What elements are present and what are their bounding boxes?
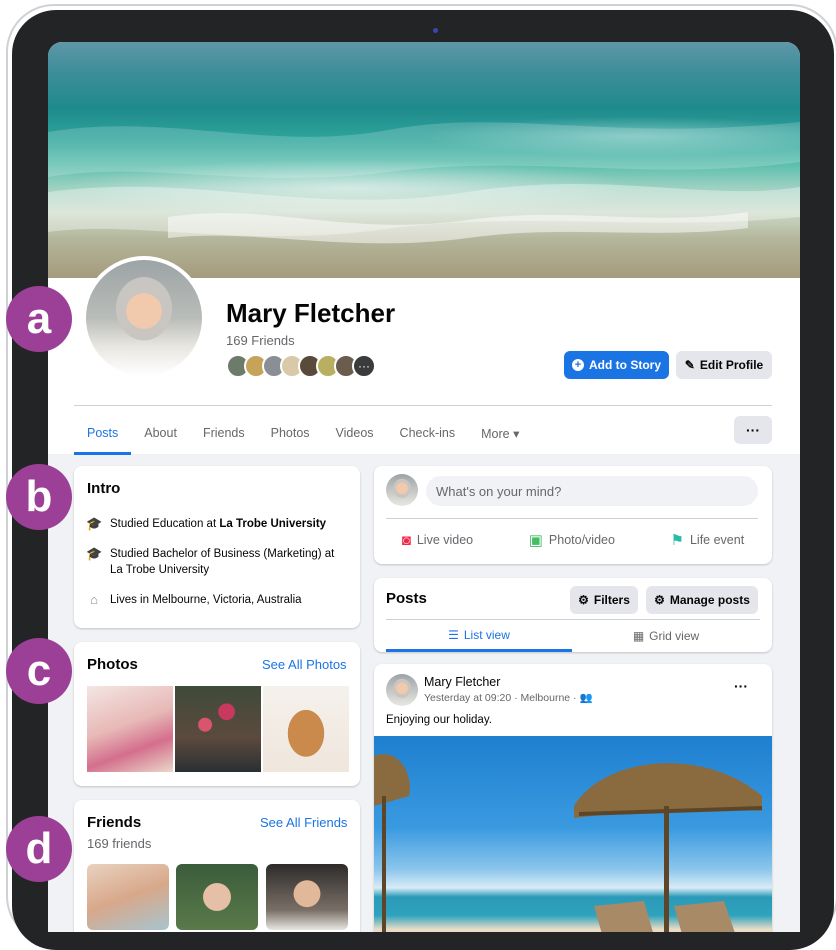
friend-photo[interactable] — [176, 864, 258, 930]
gear-icon: ⚙ — [654, 593, 665, 607]
facebook-profile-screen: Mary Fletcher 169 Friends ··· + Add to S… — [48, 42, 800, 932]
graduation-cap-icon: 🎓 — [86, 516, 103, 531]
composer-card: What's on your mind? ◙ Live video ▣ Phot… — [374, 466, 772, 564]
photos-card: Photos See All Photos — [74, 642, 360, 786]
grid-icon: ▦ — [632, 629, 645, 643]
tab-check-ins[interactable]: Check-ins — [387, 414, 469, 455]
intro-item-text: Studied Education at La Trobe University — [110, 518, 327, 530]
friend-avatar-stack[interactable]: ··· — [226, 354, 376, 378]
friends-count[interactable]: 169 Friends — [226, 333, 295, 348]
posts-title: Posts — [386, 590, 427, 607]
intro-item-education: 🎓 Studied Education at La Trobe Universi… — [86, 516, 326, 532]
beach-umbrellas — [374, 754, 763, 932]
photo-video-button[interactable]: ▣ Photo/video — [529, 524, 615, 556]
live-video-button[interactable]: ◙ Live video — [402, 524, 473, 556]
filters-label: Filters — [593, 593, 630, 607]
list-icon: ☰ — [448, 627, 459, 642]
graduation-cap-icon: 🎓 — [86, 546, 103, 561]
friend-photo[interactable] — [266, 864, 348, 930]
manage-posts-button[interactable]: ⚙ Manage posts — [646, 586, 758, 614]
header-divider — [74, 405, 772, 406]
tab-more[interactable]: More ▾ — [468, 414, 532, 455]
status-input[interactable]: What's on your mind? — [426, 476, 758, 506]
label-a: a — [6, 286, 72, 352]
post-card: Mary Fletcher Yesterday at 09:20 · Melbo… — [374, 664, 772, 932]
plus-icon: + — [572, 359, 584, 371]
photo-video-label: Photo/video — [548, 533, 615, 547]
photo-dog[interactable] — [263, 686, 349, 772]
composer-avatar[interactable] — [386, 474, 418, 506]
list-view-tab[interactable]: ☰ List view — [386, 620, 572, 652]
filters-icon: ⚙ — [578, 593, 589, 607]
photo-roses[interactable] — [175, 686, 261, 772]
tab-posts[interactable]: Posts — [74, 414, 132, 455]
intro-item-lives: ⌂ Lives in Melbourne, Victoria, Australi… — [86, 592, 302, 608]
live-video-label: Live video — [416, 533, 474, 547]
list-view-label: List view — [463, 627, 510, 642]
friends-count-label: 169 friends — [87, 836, 152, 851]
intro-card: Intro 🎓 Studied Education at La Trobe Un… — [74, 466, 360, 628]
post-author-name[interactable]: Mary Fletcher — [424, 675, 500, 689]
tab-overflow-button[interactable]: ··· — [734, 416, 772, 444]
profile-photo — [86, 260, 202, 376]
add-to-story-button[interactable]: + Add to Story — [564, 351, 669, 379]
photos-title: Photos — [87, 656, 138, 673]
pencil-icon: ✎ — [684, 358, 695, 372]
grid-view-tab[interactable]: ▦ Grid view — [572, 620, 760, 652]
intro-item-text: Lives in Melbourne, Victoria, Australia — [110, 594, 302, 606]
camera-icon — [433, 28, 438, 33]
label-c: c — [6, 638, 72, 704]
label-b: b — [6, 464, 72, 530]
wave-overlay — [48, 122, 800, 244]
profile-avatar[interactable] — [82, 256, 206, 380]
friends-audience-icon: 👥 — [579, 692, 593, 704]
post-text: Enjoying our holiday. — [386, 714, 492, 726]
friends-card: Friends 169 friends See All Friends — [74, 800, 360, 932]
profile-tabs: Posts About Friends Photos Videos Check-… — [74, 414, 532, 455]
post-menu-button[interactable]: ··· — [734, 678, 748, 694]
grid-view-label: Grid view — [649, 629, 700, 643]
tab-about[interactable]: About — [131, 414, 190, 455]
post-image-beach[interactable] — [374, 736, 772, 932]
photo-icon: ▣ — [528, 532, 543, 549]
edit-profile-button[interactable]: ✎ Edit Profile — [676, 351, 772, 379]
intro-item-text: Studied Bachelor of Business (Marketing)… — [110, 548, 335, 576]
friend-photo[interactable] — [87, 864, 169, 930]
edit-profile-label: Edit Profile — [699, 358, 764, 372]
tab-videos[interactable]: Videos — [323, 414, 387, 455]
post-author-avatar[interactable] — [386, 674, 418, 706]
home-icon: ⌂ — [90, 592, 98, 607]
cover-photo[interactable] — [48, 42, 800, 278]
live-video-icon: ◙ — [401, 531, 411, 549]
posts-header-card: Posts ⚙ Filters ⚙ Manage posts ☰ List vi… — [374, 578, 772, 652]
intro-item-business: 🎓 Studied Bachelor of Business (Marketin… — [86, 546, 346, 578]
life-event-label: Life event — [689, 533, 745, 547]
more-friends-icon[interactable]: ··· — [352, 354, 376, 378]
filters-button[interactable]: ⚙ Filters — [570, 586, 638, 614]
tab-friends[interactable]: Friends — [190, 414, 258, 455]
see-all-photos-link[interactable]: See All Photos — [262, 657, 347, 672]
profile-name: Mary Fletcher — [226, 298, 396, 328]
label-d: d — [6, 816, 72, 882]
composer-divider — [386, 518, 758, 519]
friends-title: Friends — [87, 814, 142, 831]
intro-title: Intro — [87, 480, 121, 497]
photo-child[interactable] — [87, 686, 173, 772]
composer-actions: ◙ Live video ▣ Photo/video ⚑ Life event — [374, 524, 772, 556]
flag-icon: ⚑ — [670, 532, 684, 549]
life-event-button[interactable]: ⚑ Life event — [671, 524, 745, 556]
manage-posts-label: Manage posts — [669, 593, 750, 607]
tab-photos[interactable]: Photos — [258, 414, 323, 455]
see-all-friends-link[interactable]: See All Friends — [260, 815, 347, 830]
add-to-story-label: Add to Story — [589, 358, 661, 372]
post-meta: Yesterday at 09:20 · Melbourne · 👥 — [424, 692, 593, 704]
